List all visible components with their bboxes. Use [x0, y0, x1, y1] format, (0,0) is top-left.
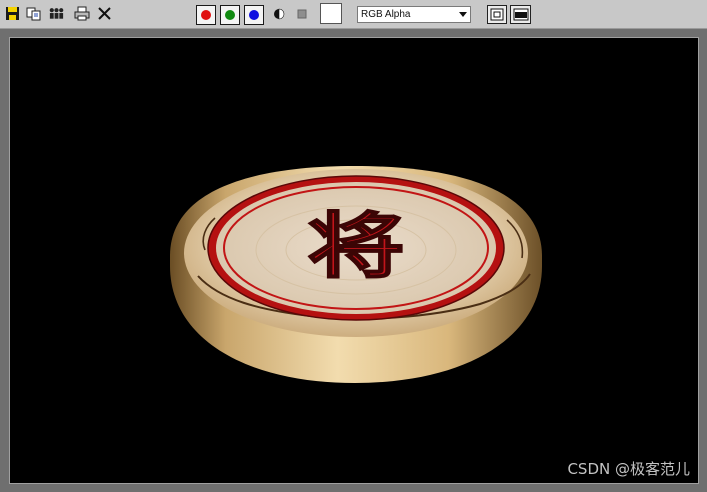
mono-toggle-icon[interactable]: [270, 5, 287, 22]
display-channel-select[interactable]: RGB Alpha: [357, 6, 471, 23]
clear-icon[interactable]: [96, 5, 113, 22]
render-viewport: 将 CSDN @极客范儿: [9, 37, 699, 484]
red-dot-icon: [201, 10, 211, 20]
chevron-down-icon: [459, 12, 467, 17]
toggle-frame-view-button[interactable]: [510, 5, 531, 24]
blue-channel-button[interactable]: [244, 5, 264, 25]
green-channel-button[interactable]: [220, 5, 240, 25]
red-channel-button[interactable]: [196, 5, 216, 25]
copy-icon[interactable]: [25, 5, 42, 22]
print-icon[interactable]: [73, 5, 90, 22]
display-channel-value: RGB Alpha: [361, 9, 411, 20]
piece-character: 将: [307, 206, 404, 288]
watermark: CSDN @极客范儿: [567, 460, 690, 478]
render-frame-window: RGB Alpha 将 CSDN @极客范儿: [0, 0, 707, 492]
blue-dot-icon: [249, 10, 259, 20]
background-color-swatch[interactable]: [320, 3, 342, 24]
toolbar: RGB Alpha: [0, 0, 707, 29]
toggle-ui-overlay-button[interactable]: [487, 5, 507, 24]
rendered-chess-piece: 将: [170, 166, 542, 383]
save-icon[interactable]: [4, 5, 21, 22]
clear-frame-icon[interactable]: [293, 5, 310, 22]
green-dot-icon: [225, 10, 235, 20]
clone-icon[interactable]: [48, 5, 65, 22]
